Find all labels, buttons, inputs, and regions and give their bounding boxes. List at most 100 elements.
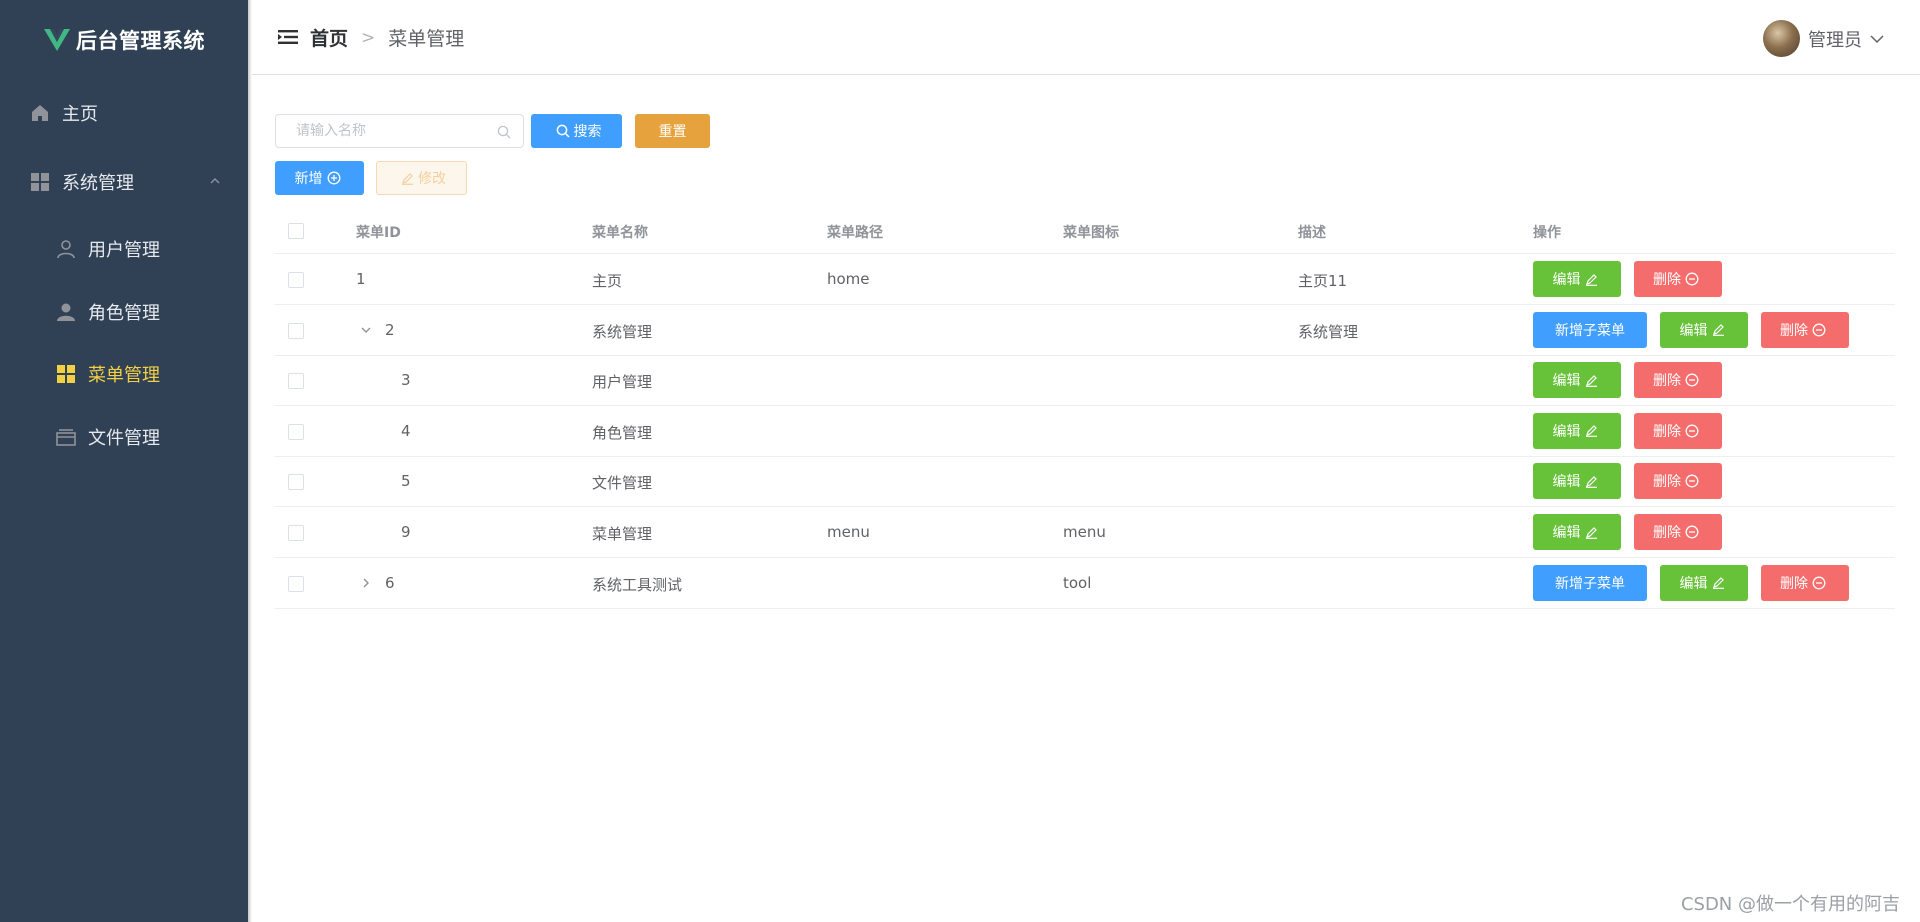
search-input[interactable]: [294, 122, 488, 140]
column-header-id: 菜单ID: [356, 225, 401, 241]
row-checkbox[interactable]: [288, 322, 304, 339]
add-submenu-button-label: 新增子菜单: [1555, 575, 1625, 592]
search-field[interactable]: [275, 114, 524, 148]
pencil-icon: [1708, 576, 1729, 589]
reset-button[interactable]: 重置: [635, 114, 710, 148]
grid-icon: [28, 170, 52, 194]
edit-row-button[interactable]: 编辑: [1533, 261, 1621, 297]
sidebar-item-label: 系统管理: [62, 173, 134, 194]
cell-menu-name: 系统工具测试: [592, 575, 683, 594]
add-submenu-button[interactable]: 新增子菜单: [1533, 564, 1647, 601]
add-button[interactable]: 新增: [275, 161, 364, 195]
user-name[interactable]: 管理员: [1808, 26, 1862, 52]
minus-circle-icon: [1681, 525, 1703, 539]
expand-chevron-down-icon[interactable]: [360, 324, 372, 336]
minus-circle-icon: [1681, 373, 1703, 387]
delete-row-button-label: 删除: [1653, 272, 1681, 288]
chevron-down-icon[interactable]: [1870, 34, 1884, 44]
user-dropdown[interactable]: 管理员: [1763, 20, 1884, 57]
collapse-menu-icon[interactable]: [278, 29, 298, 45]
add-submenu-button-label: 新增子菜单: [1555, 322, 1625, 339]
breadcrumb: 首页 > 菜单管理: [310, 24, 464, 51]
row-checkbox[interactable]: [288, 373, 304, 390]
table-row: 3 用户管理 编辑 删除: [275, 355, 1895, 407]
table-row: 5 文件管理 编辑 删除: [275, 456, 1895, 508]
person-icon: [54, 300, 78, 324]
cell-menu-path: home: [827, 270, 870, 288]
row-checkbox[interactable]: [288, 474, 304, 491]
row-checkbox[interactable]: [288, 575, 304, 592]
reset-button-label: 重置: [658, 124, 687, 140]
sidebar: 后台管理系统 主页 系统管理 用户管理 角色管理 菜单管理 文件管理: [0, 0, 248, 922]
cell-menu-icon: tool: [1063, 573, 1092, 592]
breadcrumb-home[interactable]: 首页: [310, 24, 348, 51]
watermark: CSDN @做一个有用的阿吉: [1680, 894, 1900, 915]
sidebar-item-roles[interactable]: 角色管理: [0, 284, 248, 340]
sidebar-item-menus[interactable]: 菜单管理: [0, 346, 248, 402]
delete-row-button[interactable]: 删除: [1761, 564, 1849, 601]
top-header: 首页 > 菜单管理 管理员: [252, 0, 1920, 75]
cell-description: 系统管理: [1298, 322, 1359, 341]
edit-row-button[interactable]: 编辑: [1533, 412, 1621, 449]
plus-circle-icon: [327, 171, 340, 185]
row-checkbox[interactable]: [288, 272, 304, 288]
edit-row-button[interactable]: 编辑: [1660, 564, 1748, 601]
delete-row-button[interactable]: 删除: [1761, 311, 1849, 348]
cell-menu-id: 6: [385, 573, 395, 592]
table-header: 菜单ID 菜单名称 菜单路径 菜单图标 描述 操作: [275, 210, 1895, 254]
edit-row-button[interactable]: 编辑: [1533, 362, 1621, 399]
cell-menu-name: 系统管理: [592, 322, 653, 341]
add-button-label: 新增: [294, 171, 323, 187]
sidebar-item-files[interactable]: 文件管理: [0, 409, 248, 465]
cell-menu-name: 主页: [592, 272, 623, 290]
delete-row-button[interactable]: 删除: [1634, 261, 1722, 297]
search-button-label: 搜索: [573, 124, 602, 140]
row-checkbox[interactable]: [288, 423, 304, 440]
row-checkbox[interactable]: [288, 525, 304, 541]
brand: 后台管理系统: [44, 22, 205, 58]
vue-logo-icon: [44, 29, 70, 51]
sidebar-shadow: [248, 0, 252, 922]
search-button[interactable]: 搜索: [531, 114, 622, 148]
delete-row-button[interactable]: 删除: [1634, 463, 1722, 500]
sidebar-item-label: 文件管理: [88, 428, 160, 449]
edit-row-button[interactable]: 编辑: [1533, 463, 1621, 500]
column-header-name: 菜单名称: [592, 225, 648, 241]
delete-row-button[interactable]: 删除: [1634, 412, 1722, 449]
avatar[interactable]: [1763, 20, 1800, 57]
breadcrumb-separator: >: [361, 27, 376, 48]
cell-menu-name: 角色管理: [592, 423, 653, 442]
select-all-checkbox[interactable]: [288, 223, 304, 239]
pencil-icon: [1581, 273, 1602, 286]
edit-row-button[interactable]: 编辑: [1660, 311, 1748, 348]
sidebar-item-home[interactable]: 主页: [0, 85, 248, 141]
column-header-desc: 描述: [1298, 225, 1326, 241]
edit-row-button-label: 编辑: [1552, 423, 1581, 440]
sidebar-item-system[interactable]: 系统管理: [0, 154, 248, 210]
column-header-path: 菜单路径: [827, 225, 883, 241]
delete-row-button-label: 删除: [1653, 525, 1681, 541]
column-header-actions: 操作: [1533, 225, 1561, 241]
delete-row-button[interactable]: 删除: [1634, 514, 1722, 550]
user-icon: [54, 237, 78, 261]
delete-row-button-label: 删除: [1780, 322, 1808, 339]
sidebar-item-users[interactable]: 用户管理: [0, 221, 248, 277]
search-icon: [497, 125, 511, 139]
pencil-icon: [1581, 374, 1602, 387]
cell-menu-name: 文件管理: [592, 474, 653, 493]
edit-selected-button[interactable]: 修改: [376, 161, 467, 195]
add-submenu-button[interactable]: 新增子菜单: [1533, 311, 1647, 348]
minus-circle-icon: [1808, 576, 1830, 590]
edit-row-button[interactable]: 编辑: [1533, 514, 1621, 550]
expand-chevron-right-icon[interactable]: [360, 577, 372, 589]
delete-row-button[interactable]: 删除: [1634, 362, 1722, 399]
sidebar-item-label: 主页: [62, 104, 98, 125]
cell-description: 主页11: [1298, 272, 1348, 290]
cell-menu-path: menu: [827, 523, 870, 541]
cell-menu-id: 5: [401, 472, 411, 491]
edit-row-button-label: 编辑: [1552, 474, 1581, 491]
box-icon: [54, 425, 78, 449]
pencil-icon: [1708, 323, 1729, 336]
pencil-icon: [1581, 526, 1602, 539]
minus-circle-icon: [1681, 272, 1703, 286]
